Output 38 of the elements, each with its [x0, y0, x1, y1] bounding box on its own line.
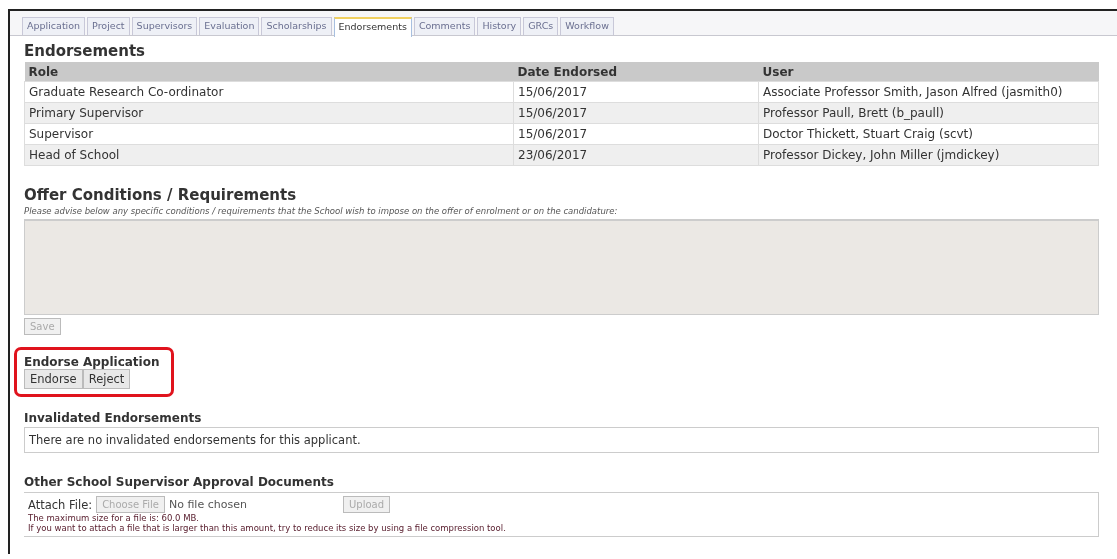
column-header: User: [758, 62, 1099, 82]
table-cell: Professor Paull, Brett (b_paull): [758, 102, 1099, 124]
section-heading: Offer Conditions / Requirements: [24, 186, 298, 204]
column-header: Role: [24, 62, 514, 82]
section-heading: Invalidated Endorsements: [24, 411, 203, 425]
tab[interactable]: Workflow: [560, 17, 614, 35]
tab[interactable]: History: [477, 17, 522, 35]
table-cell: Supervisor: [24, 123, 514, 145]
table-cell: Professor Dickey, John Miller (jmdickey): [758, 144, 1099, 166]
table-cell: Head of School: [24, 144, 514, 166]
message-text: There are no invalidated endorsements for this applicant.: [24, 427, 1099, 453]
tab[interactable]: GRCs: [523, 17, 559, 35]
table-cell: 23/06/2017: [513, 144, 759, 166]
tab[interactable]: Project: [87, 17, 130, 35]
table-cell: Doctor Thickett, Stuart Craig (scvt): [758, 123, 1099, 145]
tab[interactable]: Supervisors: [131, 17, 198, 35]
file-status: No file chosen: [168, 498, 248, 511]
hint-text: Please advise below any specific conditions / requirements that the School wish to impose on the offer of enrolment or on the candidature:: [24, 206, 619, 216]
tab[interactable]: Endorsements: [333, 17, 412, 37]
table-cell: 15/06/2017: [513, 81, 759, 103]
tab[interactable]: Comments: [413, 17, 476, 35]
table-cell: Graduate Research Co-ordinator: [24, 81, 514, 103]
note-text: The maximum size for a file is: 60.0 MB.: [28, 513, 201, 523]
table-cell: 15/06/2017: [513, 123, 759, 145]
table-cell: Primary Supervisor: [24, 102, 514, 124]
table-cell: Associate Professor Smith, Jason Alfred (jasmith0): [758, 81, 1099, 103]
tab[interactable]: Evaluation: [199, 17, 260, 35]
tab[interactable]: Application: [22, 17, 86, 35]
section-heading: Other School Supervisor Approval Documents: [24, 475, 335, 489]
attach-label: Attach File:: [28, 497, 93, 512]
table-cell: 15/06/2017: [513, 102, 759, 124]
reject-button[interactable]: Reject: [82, 369, 131, 389]
column-header: Date Endorsed: [513, 62, 759, 82]
section-heading: Endorse Application: [24, 355, 161, 369]
endorse-button[interactable]: Endorse: [24, 369, 83, 389]
section-heading: Endorsements: [24, 42, 147, 60]
tab[interactable]: Scholarships: [261, 17, 332, 35]
note-text: If you want to attach a file that is larger than this amount, try to reduce its size by using a file compression tool.: [28, 523, 507, 533]
